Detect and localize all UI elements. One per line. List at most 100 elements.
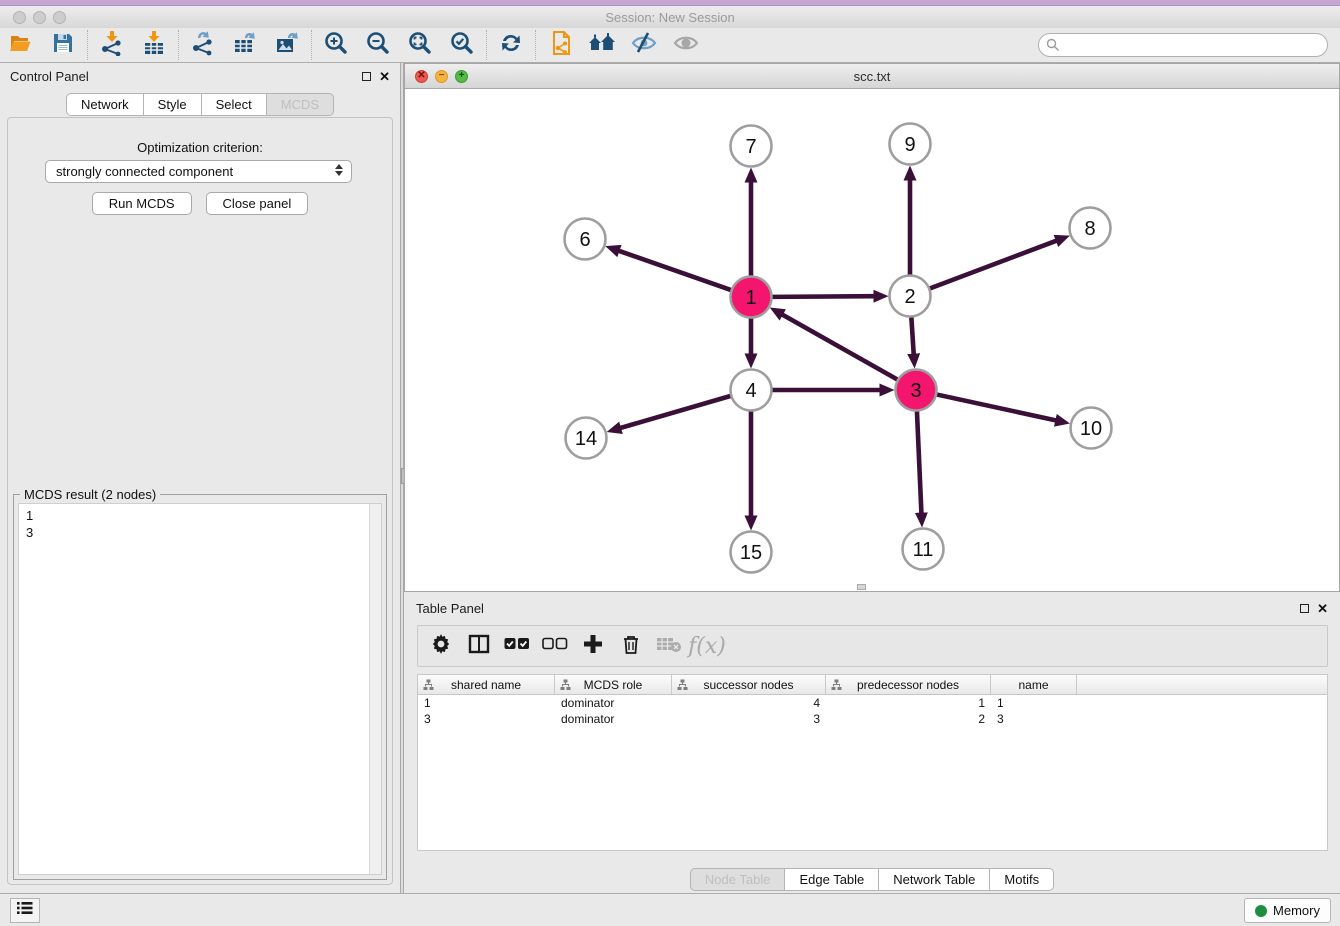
edge-1-6[interactable]: [619, 251, 731, 290]
run-mcds-button[interactable]: Run MCDS: [92, 192, 192, 215]
table-cell: 4: [672, 695, 826, 711]
close-panel-button[interactable]: Close panel: [206, 192, 309, 215]
float-table-panel-icon[interactable]: [1300, 604, 1309, 613]
edge-4-14[interactable]: [620, 396, 730, 428]
network-graph[interactable]: 7968124314101511: [405, 89, 1339, 591]
save-session-button[interactable]: [42, 29, 84, 61]
delete-table-button[interactable]: [652, 629, 686, 663]
open-session-button[interactable]: [0, 29, 42, 61]
export-table-button[interactable]: [224, 29, 266, 61]
trash-icon: [620, 633, 642, 660]
edge-3-11[interactable]: [917, 411, 921, 513]
tab-node-table[interactable]: Node Table: [690, 868, 786, 891]
table-cell: 2: [826, 711, 991, 727]
hide-selected-button[interactable]: [623, 29, 665, 61]
delete-columns-button[interactable]: [614, 629, 648, 663]
refresh-icon: [498, 30, 524, 61]
toolbar-separator: [486, 30, 487, 60]
export-image-button[interactable]: [266, 29, 308, 61]
node-label-10: 10: [1080, 418, 1102, 440]
search-icon: [1046, 38, 1060, 57]
horizontal-splitter-handle[interactable]: [857, 584, 866, 590]
table-row[interactable]: 3dominator323: [418, 711, 1327, 727]
new-network-from-selection-button[interactable]: [539, 29, 581, 61]
edge-2-3[interactable]: [911, 317, 913, 354]
network-window-titlebar[interactable]: ✕ − + scc.txt: [405, 64, 1339, 89]
control-panel: Control Panel ✕ NetworkStyleSelectMCDS O…: [0, 63, 400, 893]
float-panel-icon[interactable]: [362, 72, 371, 81]
zoom-in-icon: [323, 30, 349, 61]
tab-edge-table[interactable]: Edge Table: [785, 868, 879, 891]
open-folder-icon: [8, 30, 34, 61]
unchecked-boxes-icon: [542, 637, 568, 656]
criterion-select[interactable]: strongly connected component: [45, 160, 352, 183]
deselect-all-columns-button[interactable]: [538, 629, 572, 663]
column-header-predecessor-nodes[interactable]: predecessor nodes: [826, 675, 991, 694]
table-cell: dominator: [555, 711, 672, 727]
column-header-name[interactable]: name: [991, 675, 1077, 694]
memory-button[interactable]: Memory: [1244, 898, 1331, 923]
mcds-result-box: MCDS result (2 nodes) 1 3: [13, 494, 387, 880]
zoom-fit-icon: [407, 30, 433, 61]
columns-icon: [468, 633, 490, 660]
criterion-value: strongly connected component: [56, 164, 233, 179]
tab-motifs[interactable]: Motifs: [990, 868, 1054, 891]
export-network-button[interactable]: [182, 29, 224, 61]
network-canvas[interactable]: 7968124314101511: [405, 89, 1339, 591]
toolbar-separator: [87, 30, 88, 60]
eye-slash-icon: [630, 30, 658, 61]
add-column-button[interactable]: [576, 629, 610, 663]
tab-style[interactable]: Style: [144, 93, 202, 116]
edge-3-10[interactable]: [937, 395, 1056, 421]
task-history-button[interactable]: [10, 898, 40, 923]
checked-boxes-icon: [504, 637, 530, 656]
refresh-layout-button[interactable]: [490, 29, 532, 61]
first-neighbors-button[interactable]: [581, 29, 623, 61]
function-builder-button[interactable]: f(x): [690, 629, 724, 663]
table-options-button[interactable]: [424, 629, 458, 663]
import-table-button[interactable]: [133, 29, 175, 61]
tab-network-table[interactable]: Network Table: [879, 868, 990, 891]
fx-icon: f(x): [688, 634, 726, 659]
node-label-15: 15: [740, 542, 762, 564]
toolbar-separator: [535, 30, 536, 60]
select-all-columns-button[interactable]: [500, 629, 534, 663]
close-table-panel-icon[interactable]: ✕: [1317, 602, 1328, 615]
edge-2-8[interactable]: [930, 241, 1057, 289]
zoom-fit-button[interactable]: [399, 29, 441, 61]
zoom-selected-button[interactable]: [441, 29, 483, 61]
tab-network[interactable]: Network: [66, 93, 144, 116]
show-all-button[interactable]: [665, 29, 707, 61]
import-table-icon: [141, 30, 167, 61]
edge-3-1[interactable]: [782, 314, 897, 379]
mcds-result-title: MCDS result (2 nodes): [20, 487, 160, 502]
import-network-button[interactable]: [91, 29, 133, 61]
mcds-panel: Optimization criterion: strongly connect…: [7, 117, 393, 885]
memory-label: Memory: [1273, 903, 1320, 918]
close-panel-icon[interactable]: ✕: [379, 70, 390, 83]
edge-1-2[interactable]: [772, 296, 874, 297]
export-network-icon: [190, 30, 216, 61]
status-bar: Memory: [0, 893, 1340, 926]
network-window-title: scc.txt: [405, 69, 1339, 84]
column-header-shared-name[interactable]: shared name: [418, 675, 555, 694]
column-header-mcds-role[interactable]: MCDS role: [555, 675, 672, 694]
zoom-out-button[interactable]: [357, 29, 399, 61]
zoom-in-button[interactable]: [315, 29, 357, 61]
plus-icon: [582, 633, 604, 660]
toolbar-separator: [178, 30, 179, 60]
mcds-result-area[interactable]: 1 3: [18, 503, 382, 875]
column-header-successor-nodes[interactable]: successor nodes: [672, 675, 826, 694]
column-label: name: [1018, 678, 1048, 692]
tab-select[interactable]: Select: [202, 93, 267, 116]
table-toolbar: f(x): [417, 625, 1328, 667]
tab-mcds[interactable]: MCDS: [267, 93, 334, 116]
search-field-wrap: [1038, 33, 1328, 57]
table-row[interactable]: 1dominator411: [418, 695, 1327, 711]
column-view-button[interactable]: [462, 629, 496, 663]
toolbar-separator: [311, 30, 312, 60]
search-input[interactable]: [1038, 33, 1328, 57]
column-label: predecessor nodes: [857, 678, 959, 692]
result-scrollbar[interactable]: [369, 504, 381, 874]
node-label-14: 14: [575, 428, 597, 450]
